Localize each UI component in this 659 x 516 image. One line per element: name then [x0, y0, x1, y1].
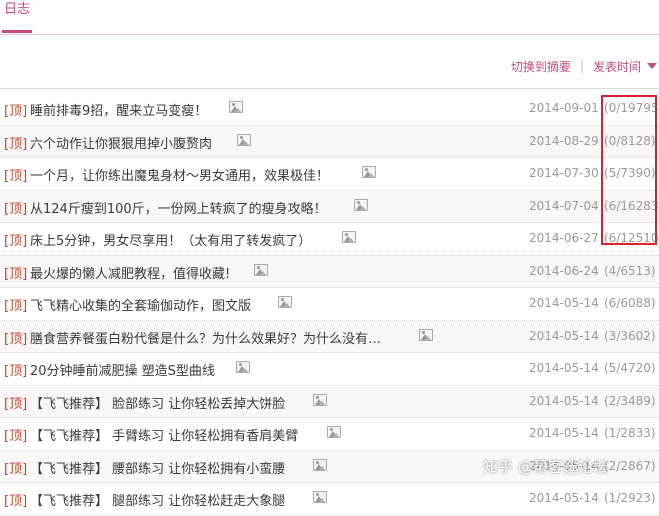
- sort-by-date-link[interactable]: 发表时间: [593, 58, 641, 75]
- image-icon: [254, 263, 268, 276]
- post-row[interactable]: [顶] 【飞飞推荐】 腿部练习 让你轻松赶走大象腿 2014-05-14 (1/292…: [0, 483, 659, 516]
- post-title-link[interactable]: 飞飞精心收集的全套瑜伽动作，图文版: [30, 295, 251, 314]
- post-title-link[interactable]: 六个动作让你狠狠甩掉小腹赘肉: [30, 133, 212, 152]
- tab-active-underline: [2, 30, 32, 33]
- tab-bar: 日志: [0, 0, 659, 35]
- post-date: 2014-06-24: [529, 263, 599, 278]
- post-row[interactable]: [顶] 最火爆的懒人减肥教程，值得收藏! 2014-06-24 (4/6513): [0, 255, 659, 288]
- post-date: 2014-05-14: [529, 328, 599, 343]
- comment-view-count: (3/3602): [604, 328, 656, 343]
- pinned-tag: [顶]: [4, 136, 28, 152]
- image-icon: [278, 296, 292, 308]
- post-title-link[interactable]: 膳食营养餐蛋白粉代餐是什么？为什么效果好？为什么没有…: [30, 328, 381, 347]
- post-row[interactable]: [顶] 【飞飞推荐】 脸部练习 让你轻松丢掉大饼脸 2014-05-14 (2/348…: [0, 385, 659, 418]
- post-title-link[interactable]: 最火爆的懒人减肥教程，值得收藏!: [30, 263, 230, 282]
- image-icon: [313, 458, 327, 471]
- switch-to-summary-link[interactable]: 切换到摘要: [511, 58, 571, 75]
- pinned-tag: [顶]: [4, 364, 28, 379]
- pinned-tag: [顶]: [4, 429, 28, 444]
- image-icon: [236, 361, 250, 373]
- post-row[interactable]: [顶] 六个动作让你狠狠甩掉小腹赘肉 2014-08-29 (0/8128): [0, 125, 659, 158]
- post-row[interactable]: [顶] 膳食营养餐蛋白粉代餐是什么？为什么效果好？为什么没有… 2014-05-14…: [0, 320, 659, 353]
- comment-view-count: (1/2923): [604, 491, 656, 505]
- comment-view-count: (5/4720): [604, 361, 656, 375]
- pinned-tag: [顶]: [4, 201, 28, 217]
- pinned-tag: [顶]: [4, 331, 28, 347]
- image-icon: [313, 393, 327, 406]
- image-icon: [354, 198, 368, 211]
- post-title-link[interactable]: 【飞飞推荐】 腰部练习 让你轻松拥有小蛮腰: [30, 458, 285, 477]
- watermark: 知乎 @帮客选论坛: [483, 458, 608, 476]
- post-row[interactable]: [顶] 睡前排毒9招，醒来立马变瘦！ 2014-09-01 (0/19795): [0, 93, 659, 126]
- post-title-link[interactable]: 睡前排毒9招，醒来立马变瘦！: [30, 100, 207, 119]
- post-title-link[interactable]: 一个月，让你练出魔鬼身材～男女通用，效果极佳！: [30, 165, 329, 184]
- post-title-link[interactable]: 20分钟睡前减肥操 塑造S型曲线: [30, 360, 215, 379]
- toolbar-separator: |: [579, 59, 584, 73]
- pinned-tag: [顶]: [4, 104, 28, 119]
- post-date: 2014-05-14: [529, 296, 599, 310]
- comment-view-count: (1/2833): [604, 426, 656, 440]
- post-row[interactable]: [顶] 一个月，让你练出魔鬼身材～男女通用，效果极佳！ 2014-07-30 (5/7…: [0, 158, 659, 191]
- post-title-link[interactable]: 【飞飞推荐】 手臂练习 让你轻松拥有香肩美臂: [30, 425, 298, 444]
- image-icon: [419, 328, 433, 341]
- image-icon: [327, 426, 341, 438]
- post-list: [顶] 睡前排毒9招，醒来立马变瘦！ 2014-09-01 (0/19795) [顶] 六…: [0, 93, 659, 516]
- post-title-link[interactable]: 【飞飞推荐】 脸部练习 让你轻松丢掉大饼脸: [30, 393, 285, 412]
- post-date: 2014-07-30: [529, 166, 599, 180]
- pinned-tag: [顶]: [4, 234, 28, 249]
- post-row[interactable]: [顶] 飞飞精心收集的全套瑜伽动作，图文版 2014-05-14 (6/6088): [0, 288, 659, 321]
- image-icon: [229, 101, 243, 113]
- post-title-link[interactable]: 床上5分钟，男女尽享用！（太有用了转发疯了）: [30, 230, 311, 249]
- pinned-tag: [顶]: [4, 266, 28, 282]
- post-date: 2014-05-14: [529, 426, 599, 440]
- pinned-tag: [顶]: [4, 396, 28, 412]
- image-icon: [313, 491, 327, 503]
- post-row[interactable]: [顶] 【飞飞推荐】 手臂练习 让你轻松拥有香肩美臂 2014-05-14 (1/28…: [0, 418, 659, 451]
- comment-view-count: (6/6088): [604, 296, 656, 310]
- post-date: 2014-08-29: [529, 133, 599, 148]
- triangle-down-icon[interactable]: [647, 63, 657, 69]
- tab-diary[interactable]: 日志: [4, 0, 30, 20]
- pinned-tag: [顶]: [4, 494, 28, 509]
- list-divider: [0, 88, 659, 89]
- post-date: 2014-05-14: [529, 361, 599, 375]
- post-date: 2014-05-14: [529, 393, 599, 408]
- comment-view-count: (2/2867): [604, 458, 656, 473]
- post-date: 2014-07-04: [529, 198, 599, 213]
- post-title-link[interactable]: 【飞飞推荐】 腿部练习 让你轻松赶走大象腿: [30, 490, 285, 509]
- comment-view-count: (2/3489): [604, 393, 656, 408]
- pinned-tag: [顶]: [4, 169, 28, 184]
- comment-view-count: (4/6513): [604, 263, 656, 278]
- pinned-tag: [顶]: [4, 461, 28, 477]
- post-date: 2014-06-27: [529, 231, 599, 245]
- pinned-tag: [顶]: [4, 299, 28, 314]
- image-icon: [342, 231, 356, 243]
- count-highlight-box: [601, 95, 657, 245]
- image-icon: [362, 166, 376, 178]
- post-row[interactable]: [顶] 床上5分钟，男女尽享用！（太有用了转发疯了） 2014-06-27 (6/12…: [0, 223, 659, 256]
- post-row[interactable]: [顶] 从124斤瘦到100斤，一份网上转疯了的瘦身攻略！ 2014-07-04 (6…: [0, 190, 659, 223]
- post-date: 2014-09-01: [529, 101, 599, 115]
- post-title-link[interactable]: 从124斤瘦到100斤，一份网上转疯了的瘦身攻略！: [30, 198, 327, 217]
- post-date: 2014-05-14: [529, 491, 599, 505]
- post-row[interactable]: [顶] 20分钟睡前减肥操 塑造S型曲线 2014-05-14 (5/4720): [0, 353, 659, 386]
- list-toolbar: 切换到摘要 | 发表时间: [511, 56, 659, 76]
- image-icon: [237, 133, 251, 146]
